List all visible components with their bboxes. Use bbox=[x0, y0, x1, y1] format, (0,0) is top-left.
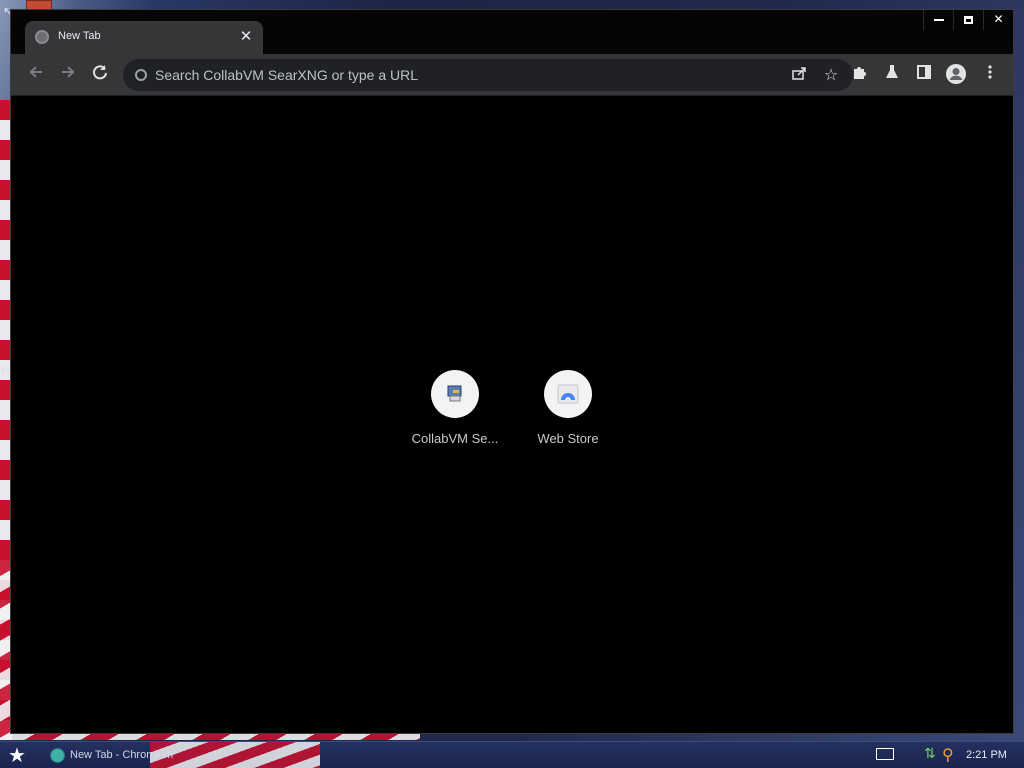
taskbar-item-chromium[interactable]: New Tab - Chromium bbox=[46, 745, 246, 766]
shortcut-tile-web-store[interactable]: Web Store bbox=[518, 370, 618, 446]
omnibox-input[interactable] bbox=[155, 59, 755, 91]
tab-new-tab[interactable]: New Tab ✕ bbox=[25, 21, 263, 54]
clock[interactable]: 2:21 PM bbox=[966, 742, 1007, 768]
profile-avatar-icon[interactable] bbox=[943, 63, 969, 89]
back-arrow-icon[interactable] bbox=[23, 63, 49, 89]
title-bar: New Tab ✕ ✕ bbox=[11, 10, 1013, 54]
taskbar: ★ New Tab - Chromium ⇅ ⚲ 2:21 PM bbox=[0, 741, 1024, 768]
search-icon[interactable]: ⚲ bbox=[942, 745, 960, 765]
keyboard-icon[interactable] bbox=[876, 748, 894, 760]
collabvm-icon bbox=[431, 370, 479, 418]
close-window-button[interactable]: ✕ bbox=[983, 10, 1013, 30]
minimize-button[interactable] bbox=[923, 10, 953, 30]
network-icon[interactable]: ⇅ bbox=[924, 746, 938, 764]
webstore-icon bbox=[544, 370, 592, 418]
taskbar-item-label: New Tab - Chromium bbox=[70, 749, 174, 761]
share-icon[interactable] bbox=[789, 65, 809, 85]
globe-icon bbox=[35, 30, 49, 44]
side-panel-icon[interactable] bbox=[911, 63, 937, 89]
menu-kebab-icon[interactable] bbox=[977, 63, 1003, 89]
shortcut-tile-collabvm[interactable]: CollabVM Se... bbox=[405, 370, 505, 446]
labs-flask-icon[interactable] bbox=[879, 63, 905, 89]
reload-icon[interactable] bbox=[87, 63, 113, 89]
extensions-puzzle-icon[interactable] bbox=[847, 63, 873, 89]
tab-title: New Tab bbox=[58, 30, 101, 42]
bookmark-star-icon[interactable]: ☆ bbox=[821, 65, 841, 85]
desktop-side-letter: M bbox=[1, 366, 10, 377]
window-controls: ✕ bbox=[923, 10, 1013, 30]
start-star-icon[interactable]: ★ bbox=[6, 744, 28, 766]
shortcut-label: Web Store bbox=[537, 431, 599, 446]
forward-arrow-icon[interactable] bbox=[55, 63, 81, 89]
maximize-button[interactable] bbox=[953, 10, 983, 30]
browser-window: New Tab ✕ ✕ ☆ bbox=[10, 9, 1014, 734]
address-bar[interactable]: ☆ bbox=[123, 59, 853, 91]
chromium-icon bbox=[50, 748, 65, 763]
new-tab-page: CollabVM Se... Web Store bbox=[11, 97, 1013, 733]
site-info-icon[interactable] bbox=[135, 69, 147, 81]
shortcut-label: CollabVM Se... bbox=[411, 431, 499, 446]
close-tab-icon[interactable]: ✕ bbox=[237, 27, 255, 45]
browser-toolbar: ☆ bbox=[11, 54, 1013, 96]
